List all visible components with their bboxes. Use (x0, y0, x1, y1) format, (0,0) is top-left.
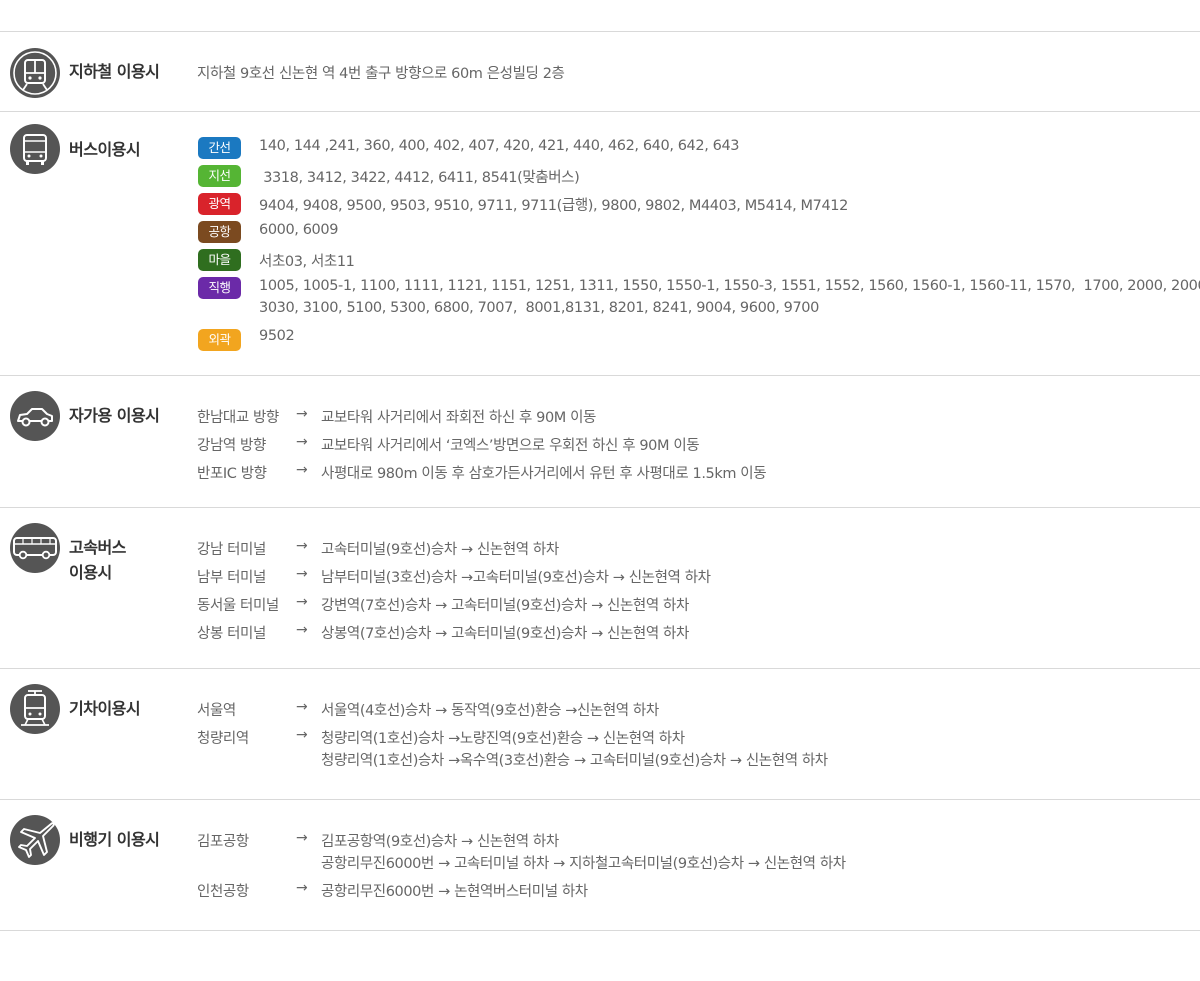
plane-route-2: 공항리무진6000번 → 논현역버스터미널 하차 (321, 884, 588, 900)
train-from-2: 청량리역 (197, 731, 249, 747)
arrow-icon: → (296, 880, 308, 896)
routes-outer: 9502 (259, 328, 295, 344)
plane-from-2: 인천공항 (197, 884, 249, 900)
arrow-icon: → (296, 566, 308, 582)
arrow-icon: → (296, 434, 308, 450)
routes-metro: 9404, 9408, 9500, 9503, 9510, 9711, 9711… (259, 198, 848, 214)
plane-from-1: 김포공항 (197, 834, 249, 850)
car-section: 자가용 이용시 한남대교 방향 → 교보타워 사거리에서 좌회전 하신 후 90… (0, 375, 1200, 508)
train-icon (10, 684, 60, 734)
arrow-icon: → (296, 406, 308, 422)
express-bus-icon (10, 523, 60, 573)
train-from-1: 서울역 (197, 703, 236, 719)
routes-trunk: 140, 144 ,241, 360, 400, 402, 407, 420, … (259, 138, 740, 154)
badge-village: 마을 (198, 249, 241, 271)
train-route-1: 서울역(4호선)승차 → 동작역(9호선)환승 →신논현역 하차 (321, 703, 659, 719)
express-route-2: 남부터미널(3호선)승차 →고속터미널(9호선)승차 → 신논현역 하차 (321, 570, 711, 586)
airplane-title: 비행기 이용시 (69, 830, 160, 849)
express-route-1: 고속터미널(9호선)승차 → 신논현역 하차 (321, 542, 559, 558)
arrow-icon: → (296, 538, 308, 554)
express-bus-title-1: 고속버스 (69, 538, 126, 557)
express-route-3: 강변역(7호선)승차 → 고속터미널(9호선)승차 → 신논현역 하차 (321, 598, 689, 614)
arrow-icon: → (296, 622, 308, 638)
arrow-icon: → (296, 462, 308, 478)
train-section: 기차이용시 서울역 → 서울역(4호선)승차 → 동작역(9호선)환승 →신논현… (0, 668, 1200, 800)
plane-route-1: 김포공항역(9호선)승차 → 신논현역 하차 (321, 834, 559, 850)
badge-branch: 지선 (198, 165, 241, 187)
airplane-section: 비행기 이용시 김포공항 → 김포공항역(9호선)승차 → 신논현역 하차 공항… (0, 799, 1200, 931)
train-title: 기차이용시 (69, 699, 141, 718)
car-route-3: 사평대로 980m 이동 후 삼호가든사거리에서 유턴 후 사평대로 1.5km… (321, 466, 767, 482)
arrow-icon: → (296, 727, 308, 743)
bus-section: 버스이용시 간선 140, 144 ,241, 360, 400, 402, 4… (0, 111, 1200, 376)
car-from-1: 한남대교 방향 (197, 410, 279, 426)
arrow-icon: → (296, 830, 308, 846)
express-from-2: 남부 터미널 (197, 570, 266, 586)
plane-route-1b: 공항리무진6000번 → 고속터미널 하차 → 지하철고속터미널(9호선)승차 … (321, 856, 846, 872)
badge-trunk: 간선 (198, 137, 241, 159)
train-route-2b: 청량리역(1호선)승차 →옥수역(3호선)환승 → 고속터미널(9호선)승차 →… (321, 753, 828, 769)
car-route-1: 교보타워 사거리에서 좌회전 하신 후 90M 이동 (321, 410, 596, 426)
badge-metro: 광역 (198, 193, 241, 215)
arrow-icon: → (296, 699, 308, 715)
arrow-icon: → (296, 594, 308, 610)
subway-title: 지하철 이용시 (69, 62, 160, 81)
express-from-3: 동서울 터미널 (197, 598, 279, 614)
bus-title: 버스이용시 (69, 140, 141, 159)
car-title: 자가용 이용시 (69, 406, 160, 425)
subway-text: 지하철 9호선 신논현 역 4번 출구 방향으로 60m 은성빌딩 2층 (197, 66, 565, 82)
bus-icon (10, 124, 60, 174)
car-icon (10, 391, 60, 441)
car-route-2: 교보타워 사거리에서 ‘코엑스’방면으로 우회전 하신 후 90M 이동 (321, 438, 700, 454)
car-from-3: 반포IC 방향 (197, 466, 267, 482)
express-bus-title-2: 이용시 (69, 563, 112, 582)
airplane-icon (10, 815, 60, 865)
express-route-4: 상봉역(7호선)승차 → 고속터미널(9호선)승차 → 신논현역 하차 (321, 626, 689, 642)
express-bus-section: 고속버스 이용시 강남 터미널 → 고속터미널(9호선)승차 → 신논현역 하차… (0, 507, 1200, 668)
badge-airport: 공항 (198, 221, 241, 243)
routes-branch: 3318, 3412, 3422, 4412, 6411, 8541(맞춤버스) (259, 170, 580, 186)
routes-airport: 6000, 6009 (259, 222, 339, 238)
express-from-4: 상봉 터미널 (197, 626, 266, 642)
express-from-1: 강남 터미널 (197, 542, 266, 558)
badge-outer: 외곽 (198, 329, 241, 351)
subway-icon (10, 48, 60, 98)
badge-express: 직행 (198, 277, 241, 299)
car-from-2: 강남역 방향 (197, 438, 266, 454)
routes-express: 1005, 1005-1, 1100, 1111, 1121, 1151, 12… (259, 278, 1200, 294)
subway-section: 지하철 이용시 지하철 9호선 신논현 역 4번 출구 방향으로 60m 은성빌… (0, 31, 1200, 112)
routes-village: 서초03, 서초11 (259, 254, 355, 270)
train-route-2: 청량리역(1호선)승차 →노량진역(9호선)환승 → 신논현역 하차 (321, 731, 685, 747)
routes-express-2: 3030, 3100, 5100, 5300, 6800, 7007, 8001… (259, 300, 819, 316)
